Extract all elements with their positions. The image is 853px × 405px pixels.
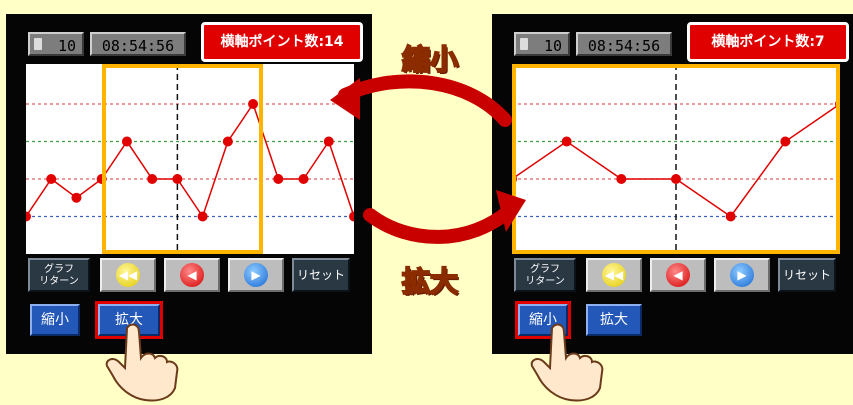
backward-button[interactable]: ◀ — [164, 258, 220, 292]
reset-button[interactable]: リセット — [292, 258, 350, 292]
data-point — [323, 136, 334, 147]
data-point — [121, 136, 132, 147]
backward-icon: ◀ — [180, 263, 204, 287]
data-point — [222, 136, 233, 147]
point-count-badge: 横軸ポイント数:14 — [201, 22, 363, 62]
right-device-panel: 10 08:54:56 横軸ポイント数:7 グラフ リターン ◀◀ ◀ ▶ ▶▶… — [492, 14, 853, 354]
data-point — [172, 174, 183, 184]
graph-return-button[interactable]: グラフ リターン — [514, 258, 576, 292]
clock-display: 08:54:56 — [576, 32, 672, 56]
data-point — [248, 99, 259, 109]
data-point — [725, 211, 736, 222]
forward-button[interactable]: ▶ — [714, 258, 770, 292]
trend-chart — [26, 64, 354, 254]
data-point — [561, 136, 572, 147]
data-point — [147, 174, 158, 184]
forward-button[interactable]: ▶ — [228, 258, 284, 292]
data-point — [780, 136, 791, 147]
clock-display: 08:54:56 — [90, 32, 186, 56]
data-point — [46, 174, 57, 184]
trend-chart — [512, 64, 840, 254]
counter-display: 10 — [28, 32, 84, 56]
data-point — [273, 174, 284, 184]
data-point — [616, 174, 627, 184]
shrink-label: 縮小 — [401, 42, 459, 77]
data-point — [298, 174, 309, 184]
data-point — [197, 211, 208, 222]
backward-button[interactable]: ◀ — [650, 258, 706, 292]
data-point — [71, 192, 82, 203]
enlarge-label: 拡大 — [401, 264, 459, 299]
fast-backward-button[interactable]: ◀◀ — [586, 258, 642, 292]
fast-backward-icon: ◀◀ — [602, 263, 626, 287]
graph-return-button[interactable]: グラフ リターン — [28, 258, 90, 292]
left-device-panel: 10 08:54:56 横軸ポイント数:14 グラフ リターン ◀◀ ◀ ▶ ▶… — [6, 14, 372, 354]
zoom-out-button[interactable]: 縮小 — [30, 304, 80, 336]
forward-icon: ▶ — [730, 263, 754, 287]
fast-backward-button[interactable]: ◀◀ — [100, 258, 156, 292]
pointing-hand-icon — [530, 323, 604, 402]
data-point — [671, 174, 681, 184]
reset-button[interactable]: リセット — [778, 258, 836, 292]
pointing-hand-icon — [105, 323, 179, 402]
forward-icon: ▶ — [244, 263, 268, 287]
fast-backward-icon: ◀◀ — [116, 263, 140, 287]
chart-background — [26, 64, 354, 254]
backward-icon: ◀ — [666, 263, 690, 287]
point-count-badge: 横軸ポイント数:7 — [687, 22, 849, 62]
counter-display: 10 — [514, 32, 570, 56]
